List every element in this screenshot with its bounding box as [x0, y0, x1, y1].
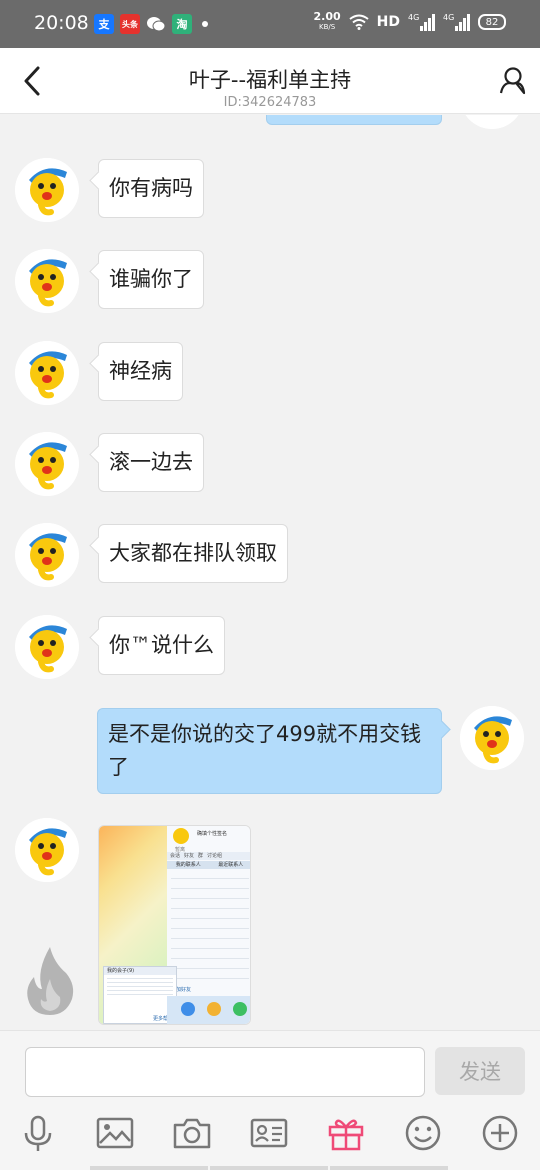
image-message[interactable]: 确填个性签名 暂离 会话 好友群讨论组 我的联系人 最近联系人 添加好友 我的会子(…: [98, 825, 251, 1025]
mini-contacts-icon: [207, 1002, 221, 1016]
partial-outgoing-bubble: [266, 115, 442, 125]
image-popup: 我的会子(9) 更多帮助: [103, 966, 177, 1024]
message-bubble-incoming[interactable]: 神经病: [98, 342, 183, 401]
avatar[interactable]: [460, 706, 524, 770]
message-bubble-incoming[interactable]: 滚一边去: [98, 433, 204, 492]
chat-header: 叶子--福利单主持 ID:342624783: [0, 48, 540, 114]
image-icon[interactable]: [95, 1113, 135, 1153]
message-bubble-incoming[interactable]: 你有病吗: [98, 159, 204, 218]
flame-icon[interactable]: [22, 945, 78, 1017]
battery-icon: 82: [478, 14, 506, 30]
avatar[interactable]: [15, 818, 79, 882]
microphone-icon[interactable]: [18, 1113, 58, 1153]
market-icon: 淘: [172, 14, 192, 34]
composer-toolbar: [0, 1113, 540, 1153]
mini-home-icon: [181, 1002, 195, 1016]
notification-dot-icon: [202, 21, 208, 27]
signal-2-icon: 4G: [443, 13, 470, 31]
chat-title: 叶子--福利单主持: [188, 68, 352, 92]
message-input[interactable]: [25, 1047, 425, 1097]
avatar: [460, 115, 524, 129]
person-icon[interactable]: [498, 66, 526, 96]
message-bubble-incoming[interactable]: 大家都在排队领取: [98, 524, 288, 583]
status-indicators: 2.00 KB/S HD 4G 4G 82: [313, 10, 506, 32]
status-bar: 20:08 支 头条 淘 2.00 KB/S HD 4G 4G 82: [0, 0, 540, 48]
chat-id: ID:342624783: [223, 95, 317, 110]
wifi-icon: [349, 14, 369, 30]
camera-icon[interactable]: [172, 1113, 212, 1153]
avatar[interactable]: [15, 615, 79, 679]
emoji-icon[interactable]: [403, 1113, 443, 1153]
send-button[interactable]: 发送: [435, 1047, 525, 1095]
avatar[interactable]: [15, 341, 79, 405]
toutiao-icon: 头条: [120, 14, 140, 34]
signal-1-icon: 4G: [408, 13, 435, 31]
mini-groups-icon: [233, 1002, 247, 1016]
gift-icon[interactable]: [326, 1113, 366, 1153]
composer-bar: 发送: [0, 1030, 540, 1170]
mini-avatar-icon: [173, 828, 189, 844]
network-speed: 2.00 KB/S: [313, 10, 341, 31]
tab-indicator: [210, 1166, 328, 1170]
tab-indicator: [90, 1166, 208, 1170]
contact-card-icon[interactable]: [249, 1113, 289, 1153]
hd-label: HD: [376, 14, 400, 30]
mini-tabs: 会话 好友群讨论组: [167, 852, 250, 860]
plus-icon[interactable]: [480, 1113, 520, 1153]
mini-tab-row: 我的联系人 最近联系人: [167, 861, 250, 869]
mini-profile-title: 确填个性签名: [197, 831, 228, 837]
alipay-icon: 支: [94, 14, 114, 34]
wechat-icon: [146, 14, 166, 34]
status-time: 20:08: [34, 12, 89, 34]
message-bubble-outgoing[interactable]: 是不是你说的交了499就不用交钱了: [97, 708, 442, 794]
message-list[interactable]: 你有病吗 谁骗你了 神经病 滚一边去 大家都在排队领取 你™说什么 是不是你说的…: [0, 115, 540, 1030]
message-bubble-incoming[interactable]: 谁骗你了: [98, 250, 204, 309]
avatar[interactable]: [15, 158, 79, 222]
message-bubble-incoming[interactable]: 你™说什么: [98, 616, 225, 675]
tab-indicator: [330, 1166, 448, 1170]
avatar[interactable]: [15, 249, 79, 313]
avatar[interactable]: [15, 523, 79, 587]
status-app-icons: 支 头条 淘: [94, 14, 208, 34]
avatar[interactable]: [15, 432, 79, 496]
